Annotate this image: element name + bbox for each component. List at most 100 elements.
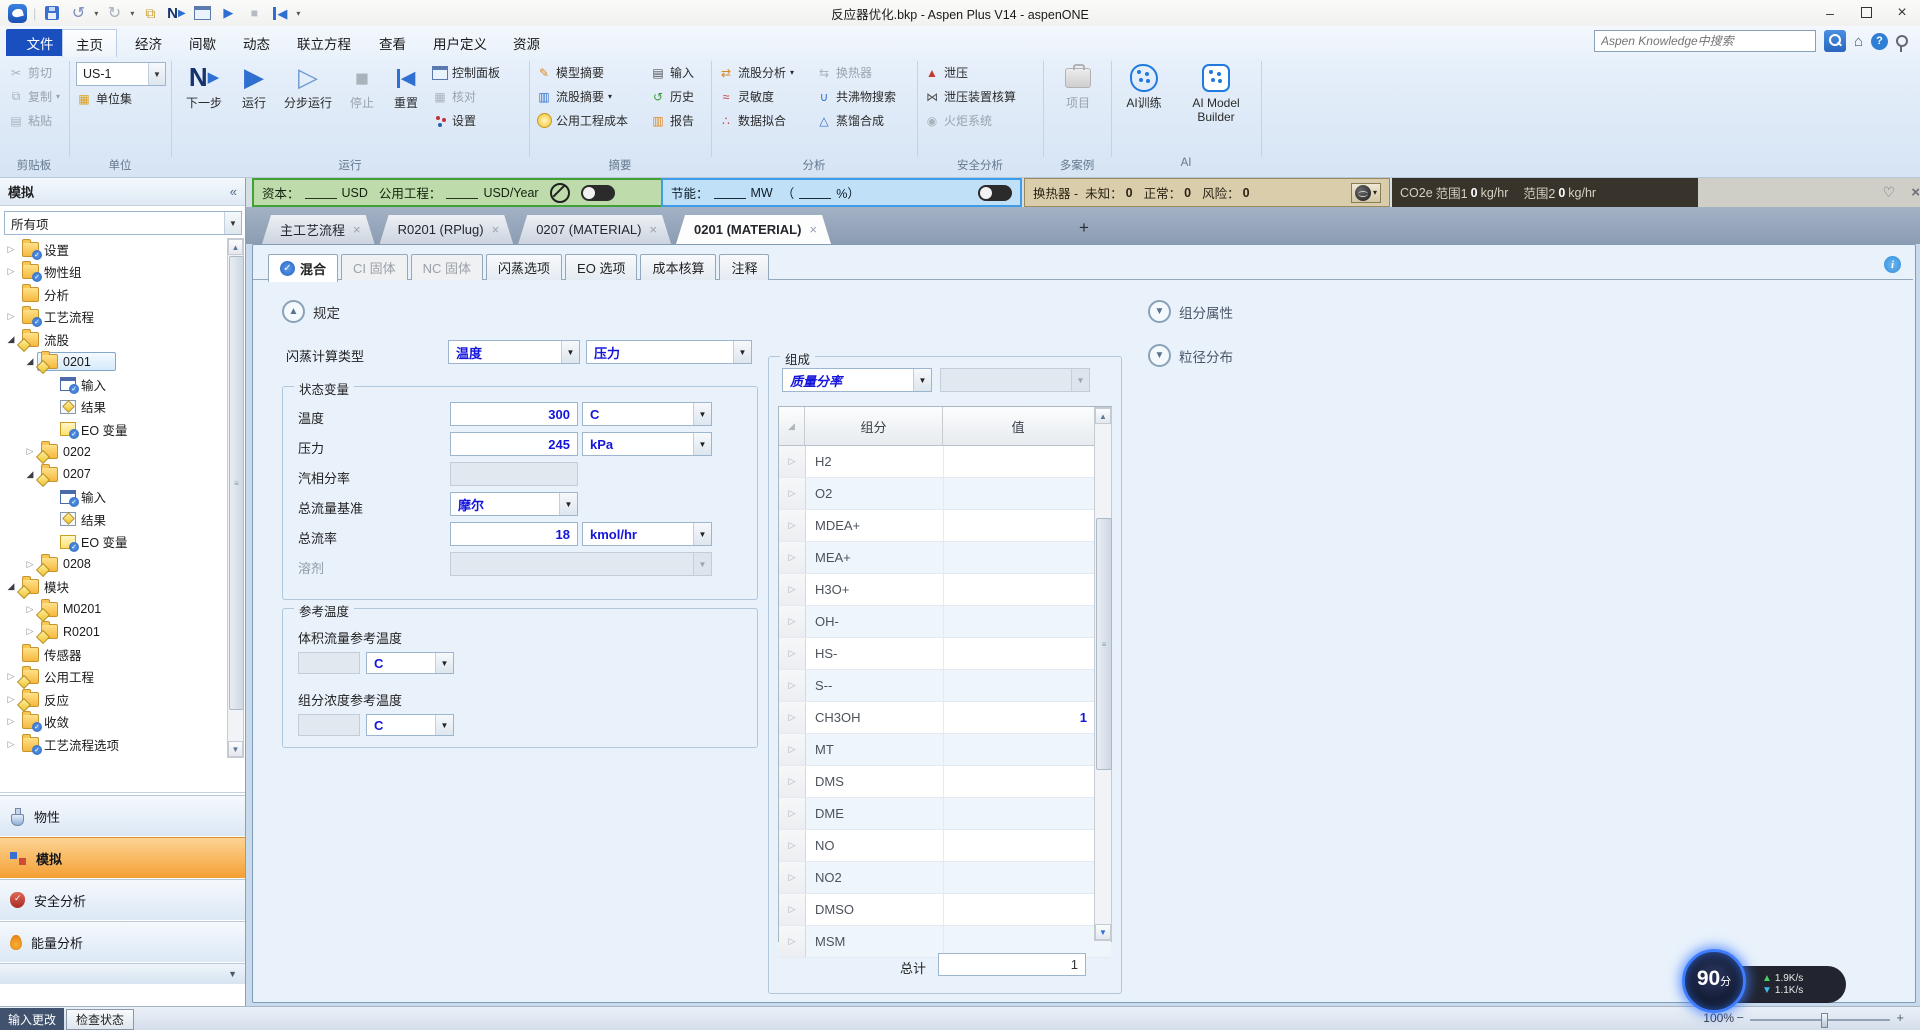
doc-tab-主工艺流程[interactable]: 主工艺流程× [262,215,375,244]
table-scrollbar[interactable]: ▲ ≡ ▼ [1094,407,1112,941]
maximize-button[interactable] [1848,0,1884,25]
minimize-button[interactable]: – [1812,0,1848,25]
tree-scroll-thumb[interactable]: ≡ [229,256,244,710]
spec-section-header[interactable]: ▲ 规定 [282,300,340,323]
composition-row-NO[interactable]: ▷NO [779,830,1111,862]
sensitivity-button[interactable]: ≈灵敏度 [718,86,774,107]
tree-expander-closed-icon[interactable]: ▷ [4,266,18,277]
input-summary-button[interactable]: ▤输入 [650,62,694,83]
pin-ribbon-icon[interactable] [1896,35,1908,47]
row-selector[interactable]: ▷ [779,574,806,605]
row-selector[interactable]: ▷ [779,478,806,509]
composition-row-CH3OH[interactable]: ▷CH3OH1 [779,702,1111,734]
tab-dynamics[interactable]: 动态 [230,29,283,56]
component-name[interactable]: DME [806,798,944,829]
close-tab-icon[interactable]: × [809,222,817,237]
component-name[interactable]: NO [806,830,944,861]
component-value[interactable] [944,606,1095,637]
tree-expander-closed-icon[interactable]: ▷ [23,559,37,570]
control-panel-button[interactable]: 控制面板 [432,62,500,83]
component-value[interactable] [944,446,1095,477]
help-icon[interactable]: ? [1871,33,1888,50]
tree-item-EO 变量[interactable]: ✓EO 变量 [0,418,226,441]
step-run-button[interactable]: ▷分步运行 [276,60,340,136]
economics-toggle[interactable] [581,185,615,201]
tree-expander-closed-icon[interactable]: ▷ [4,716,18,727]
table-scroll-thumb[interactable]: ≡ [1096,518,1112,770]
tree-expander-closed-icon[interactable]: ▷ [4,671,18,682]
aspen-logo-icon[interactable] [8,4,27,23]
ai-training-button[interactable]: AI训练 [1116,60,1172,136]
conc-ref-temp-unit-select[interactable]: C▼ [366,714,454,736]
component-value[interactable] [944,510,1095,541]
search-icon[interactable] [1824,30,1846,52]
component-name[interactable]: CH3OH [806,702,944,733]
relief-sizing-button[interactable]: ⋈泄压装置核算 [924,86,1016,107]
row-selector[interactable]: ▷ [779,446,806,477]
zoom-in-icon[interactable]: + [1896,1010,1904,1025]
undo-icon[interactable]: ↺ [68,3,88,23]
tree-item-0201[interactable]: ◢0201 [0,351,226,374]
env-button-能量分析[interactable]: 能量分析 [0,921,245,962]
tab-view[interactable]: 查看 [366,29,419,56]
nav-filter-select[interactable]: 所有项▼ [4,211,242,235]
tree-item-设置[interactable]: ▷✓设置 [0,238,226,261]
temperature-unit-select[interactable]: C▼ [582,402,712,426]
collapse-section-icon[interactable]: ▲ [282,300,305,323]
component-name[interactable]: MEA+ [806,542,944,573]
component-name[interactable]: OH- [806,606,944,637]
search-input[interactable] [1594,30,1816,52]
component-name[interactable]: NO2 [806,862,944,893]
tree-item-结果[interactable]: 结果 [0,508,226,531]
tree-expander-closed-icon[interactable]: ▷ [23,604,37,615]
tab-economics[interactable]: 经济 [122,29,175,56]
component-name[interactable]: O2 [806,478,944,509]
flow-unit-select[interactable]: kmol/hr▼ [582,522,712,546]
component-value[interactable] [944,734,1095,765]
stream-summary-button[interactable]: ▥流股摘要▾ [536,86,612,107]
tree-item-流股[interactable]: ◢流股 [0,328,226,351]
home-icon[interactable]: ⌂ [1854,33,1863,50]
tree-expander-closed-icon[interactable]: ▷ [4,694,18,705]
component-value[interactable] [944,542,1095,573]
form-tab-成本核算[interactable]: 成本核算 [640,254,716,280]
close-tab-icon[interactable]: × [492,222,500,237]
row-selector[interactable]: ▷ [779,510,806,541]
composition-row-OH-[interactable]: ▷OH- [779,606,1111,638]
composition-row-DMS[interactable]: ▷DMS [779,766,1111,798]
unit-sets-button[interactable]: ▦单位集 [76,88,132,109]
component-name[interactable]: DMSO [806,894,944,925]
composition-row-DME[interactable]: ▷DME [779,798,1111,830]
tree-item-0207[interactable]: ◢0207 [0,463,226,486]
particle-size-header[interactable]: ▼ 粒径分布 [1148,344,1233,367]
component-value[interactable] [944,798,1095,829]
tree-item-模块[interactable]: ◢模块 [0,576,226,599]
row-selector[interactable]: ▷ [779,830,806,861]
composition-row-HS-[interactable]: ▷HS- [779,638,1111,670]
component-name[interactable]: DMS [806,766,944,797]
next-button[interactable]: N▶下一步 [176,60,232,136]
check-status-button[interactable]: 检查状态 [66,1009,134,1030]
expand-section-icon[interactable]: ▼ [1148,344,1171,367]
run-button[interactable]: ▶运行 [234,60,274,136]
redo-caret-icon[interactable]: ▾ [130,9,134,18]
composition-row-O2[interactable]: ▷O2 [779,478,1111,510]
tree-item-0208[interactable]: ▷0208 [0,553,226,576]
component-value[interactable] [944,862,1095,893]
component-name[interactable]: MDEA+ [806,510,944,541]
expand-section-icon[interactable]: ▼ [1148,300,1171,323]
component-value[interactable] [944,670,1095,701]
component-value[interactable] [944,830,1095,861]
component-name[interactable]: HS- [806,638,944,669]
report-button[interactable]: ▥报告 [650,110,694,131]
component-attributes-header[interactable]: ▼ 组分属性 [1148,300,1233,323]
row-selector[interactable]: ▷ [779,542,806,573]
stream-analysis-button[interactable]: ⇄流股分析▾ [718,62,794,83]
row-selector[interactable]: ▷ [779,606,806,637]
flow-basis-select[interactable]: 摩尔▼ [450,492,578,516]
close-tab-icon[interactable]: × [649,222,657,237]
tree-item-物性组[interactable]: ▷✓物性组 [0,261,226,284]
row-selector[interactable]: ▷ [779,670,806,701]
redo-icon[interactable]: ↻ [104,3,124,23]
component-value[interactable] [944,574,1095,605]
